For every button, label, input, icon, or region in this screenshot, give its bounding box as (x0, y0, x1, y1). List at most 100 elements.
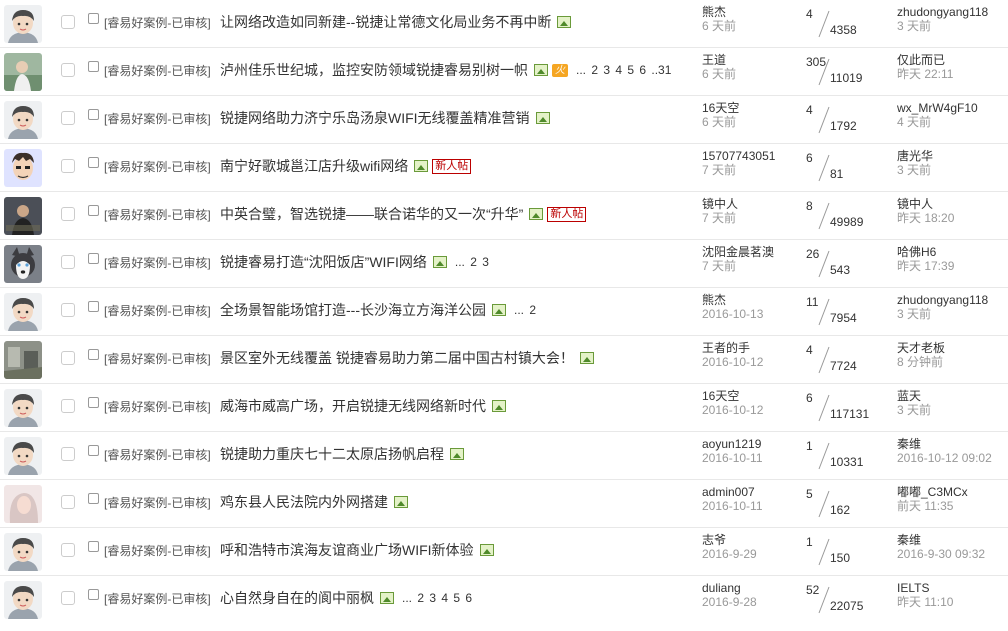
thread-pagination[interactable]: ... 2 (514, 303, 536, 317)
avatar[interactable] (4, 293, 42, 331)
thread-title-link[interactable]: 锐捷睿易打造“沈阳饭店”WIFI网络 (220, 252, 427, 272)
avatar[interactable] (4, 149, 42, 187)
last-poster-link[interactable]: 仅此而已 (897, 53, 953, 67)
row-select-checkbox[interactable] (61, 111, 75, 125)
last-poster-link[interactable]: 哈佛H6 (897, 245, 954, 259)
avatar[interactable] (4, 197, 42, 235)
author-name-link[interactable]: aoyun1219 (702, 437, 763, 451)
thread-category-link[interactable]: [睿易好案例-已审核] (104, 254, 211, 271)
row-select-checkbox[interactable] (61, 159, 75, 173)
avatar[interactable] (4, 53, 42, 91)
author-name-link[interactable]: 熊杰 (702, 293, 763, 307)
thread-title-link[interactable]: 泸州佳乐世纪城，监控安防领域锐捷睿易别树一帜 (220, 60, 528, 80)
moderation-checkbox[interactable] (88, 109, 99, 120)
thread-title-link[interactable]: 南宁好歌城邕江店升级wifi网络 (220, 156, 408, 176)
last-post-time-link[interactable]: 3 天前 (897, 403, 931, 417)
thread-title-link[interactable]: 锐捷网络助力济宁乐岛汤泉WIFI无线覆盖精准营销 (220, 108, 530, 128)
avatar[interactable] (4, 533, 42, 571)
moderation-checkbox[interactable] (88, 301, 99, 312)
avatar[interactable] (4, 341, 42, 379)
last-post-time-link[interactable]: 2016-10-12 09:02 (897, 451, 992, 465)
moderation-checkbox[interactable] (88, 61, 99, 72)
thread-pagination[interactable]: ... 2 3 4 5 6 ..31 (576, 63, 671, 77)
author-name-link[interactable]: 15707743051 (702, 149, 775, 163)
last-post-time-link[interactable]: 4 天前 (897, 115, 978, 129)
row-select-checkbox[interactable] (61, 591, 75, 605)
last-poster-link[interactable]: 秦维 (897, 533, 985, 547)
last-post-time-link[interactable]: 前天 11:35 (897, 499, 968, 513)
last-poster-link[interactable]: 镜中人 (897, 197, 954, 211)
last-post-time-link[interactable]: 昨天 11:10 (897, 595, 953, 609)
thread-category-link[interactable]: [睿易好案例-已审核] (104, 158, 211, 175)
thread-category-link[interactable]: [睿易好案例-已审核] (104, 14, 211, 31)
author-name-link[interactable]: 16天空 (702, 389, 763, 403)
moderation-checkbox[interactable] (88, 445, 99, 456)
thread-pagination[interactable]: ... 2 3 4 5 6 (402, 591, 472, 605)
thread-category-link[interactable]: [睿易好案例-已审核] (104, 590, 211, 607)
last-poster-link[interactable]: 秦维 (897, 437, 992, 451)
row-select-checkbox[interactable] (61, 63, 75, 77)
row-select-checkbox[interactable] (61, 207, 75, 221)
thread-category-link[interactable]: [睿易好案例-已审核] (104, 206, 211, 223)
row-select-checkbox[interactable] (61, 495, 75, 509)
thread-category-link[interactable]: [睿易好案例-已审核] (104, 62, 211, 79)
moderation-checkbox[interactable] (88, 589, 99, 600)
thread-title-link[interactable]: 中英合璧，智选锐捷——联合诺华的又一次“升华” (220, 204, 523, 224)
thread-title-link[interactable]: 心自然身自在的阆中丽枫 (220, 588, 374, 608)
avatar[interactable] (4, 437, 42, 475)
last-post-time-link[interactable]: 昨天 22:11 (897, 67, 953, 81)
thread-title-link[interactable]: 呼和浩特市滨海友谊商业广场WIFI新体验 (220, 540, 474, 560)
thread-category-link[interactable]: [睿易好案例-已审核] (104, 446, 211, 463)
thread-title-link[interactable]: 全场景智能场馆打造---长沙海立方海洋公园 (220, 300, 486, 320)
author-name-link[interactable]: 王道 (702, 53, 736, 67)
row-select-checkbox[interactable] (61, 351, 75, 365)
thread-title-link[interactable]: 威海市威高广场，开启锐捷无线网络新时代 (220, 396, 486, 416)
last-post-time-link[interactable]: 2016-9-30 09:32 (897, 547, 985, 561)
author-name-link[interactable]: admin007 (702, 485, 763, 499)
avatar[interactable] (4, 5, 42, 43)
last-post-time-link[interactable]: 3 天前 (897, 307, 988, 321)
avatar[interactable] (4, 101, 42, 139)
thread-category-link[interactable]: [睿易好案例-已审核] (104, 110, 211, 127)
moderation-checkbox[interactable] (88, 253, 99, 264)
last-post-time-link[interactable]: 昨天 17:39 (897, 259, 954, 273)
last-poster-link[interactable]: wx_MrW4gF10 (897, 101, 978, 115)
row-select-checkbox[interactable] (61, 447, 75, 461)
row-select-checkbox[interactable] (61, 255, 75, 269)
moderation-checkbox[interactable] (88, 541, 99, 552)
last-post-time-link[interactable]: 8 分钟前 (897, 355, 945, 369)
last-poster-link[interactable]: 嘟嘟_C3MCx (897, 485, 968, 499)
last-poster-link[interactable]: 天才老板 (897, 341, 945, 355)
row-select-checkbox[interactable] (61, 399, 75, 413)
thread-category-link[interactable]: [睿易好案例-已审核] (104, 302, 211, 319)
moderation-checkbox[interactable] (88, 349, 99, 360)
thread-title-link[interactable]: 鸡东县人民法院内外网搭建 (220, 492, 388, 512)
last-post-time-link[interactable]: 昨天 18:20 (897, 211, 954, 225)
last-post-time-link[interactable]: 3 天前 (897, 19, 988, 33)
avatar[interactable] (4, 245, 42, 283)
moderation-checkbox[interactable] (88, 13, 99, 24)
moderation-checkbox[interactable] (88, 157, 99, 168)
last-post-time-link[interactable]: 3 天前 (897, 163, 933, 177)
author-name-link[interactable]: 志爷 (702, 533, 757, 547)
avatar[interactable] (4, 389, 42, 427)
author-name-link[interactable]: 熊杰 (702, 5, 736, 19)
avatar[interactable] (4, 485, 42, 523)
moderation-checkbox[interactable] (88, 493, 99, 504)
row-select-checkbox[interactable] (61, 303, 75, 317)
row-select-checkbox[interactable] (61, 543, 75, 557)
last-poster-link[interactable]: 唐光华 (897, 149, 933, 163)
row-select-checkbox[interactable] (61, 15, 75, 29)
author-name-link[interactable]: 沈阳金晨茗澳 (702, 245, 774, 259)
avatar[interactable] (4, 581, 42, 619)
author-name-link[interactable]: 王者的手 (702, 341, 763, 355)
thread-category-link[interactable]: [睿易好案例-已审核] (104, 398, 211, 415)
last-poster-link[interactable]: zhudongyang118 (897, 293, 988, 307)
author-name-link[interactable]: 16天空 (702, 101, 739, 115)
last-poster-link[interactable]: zhudongyang118 (897, 5, 988, 19)
thread-title-link[interactable]: 锐捷助力重庆七十二太原店扬帆启程 (220, 444, 444, 464)
thread-title-link[interactable]: 景区室外无线覆盖 锐捷睿易助力第二届中国古村镇大会！ (220, 348, 574, 368)
moderation-checkbox[interactable] (88, 397, 99, 408)
last-poster-link[interactable]: IELTS (897, 581, 953, 595)
moderation-checkbox[interactable] (88, 205, 99, 216)
